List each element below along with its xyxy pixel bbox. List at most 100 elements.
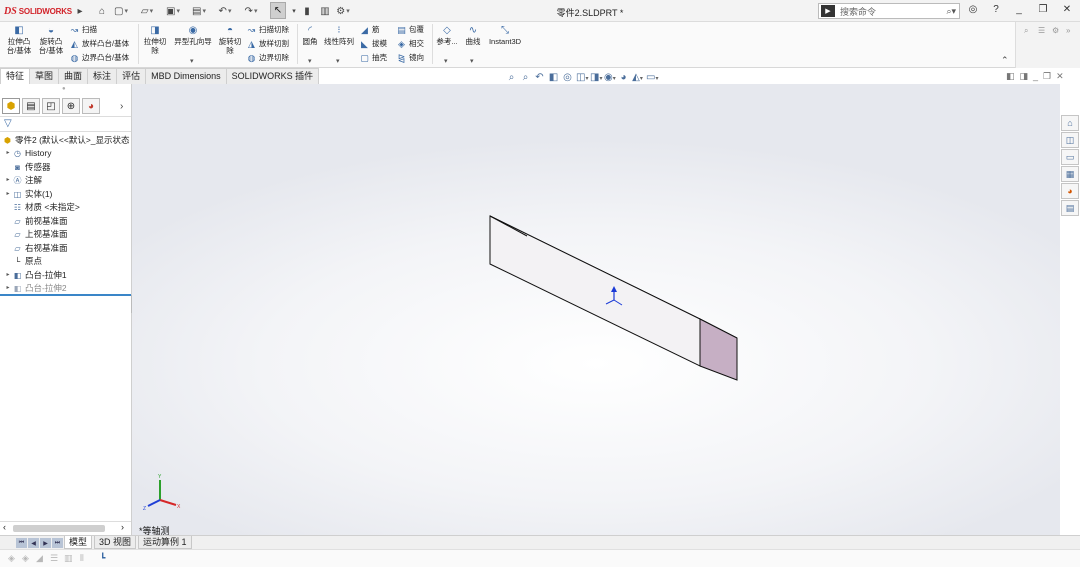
tree-item-top-plane[interactable]: ▱ 上视基准面 bbox=[4, 228, 67, 241]
zoom-to-fit-icon[interactable]: ⌕ bbox=[506, 72, 517, 83]
lofted-cut-button[interactable]: ◮ 放样切割 bbox=[246, 38, 289, 50]
doc-restore-icon[interactable]: ❐ bbox=[1043, 71, 1051, 82]
list-small-icon[interactable]: ☰ bbox=[1038, 26, 1045, 35]
expand-arrow-icon[interactable]: ▸ bbox=[4, 188, 12, 201]
solidworks-resources-icon[interactable]: ⌂ bbox=[1061, 115, 1079, 131]
appearances-icon[interactable]: ◕ bbox=[1061, 183, 1079, 199]
expand-arrow-icon[interactable]: ▸ bbox=[4, 269, 12, 282]
revolve-cut-button[interactable]: ◓ 旋转切除 bbox=[216, 25, 244, 55]
status-tool-icon[interactable]: ☰ bbox=[50, 553, 58, 564]
linear-pattern-dropdown-icon[interactable]: ▾ bbox=[336, 57, 340, 65]
expand-small-icon[interactable]: » bbox=[1066, 26, 1070, 35]
tab-motion-study-1[interactable]: 运动算例 1 bbox=[138, 536, 192, 549]
first-tab-icon[interactable]: ⏮ bbox=[16, 538, 27, 548]
search-icon[interactable]: ⌕▾ bbox=[946, 6, 956, 17]
dimxpertmanager-tab[interactable]: ⊕ bbox=[62, 98, 80, 114]
rib-button[interactable]: ◢ 筋 bbox=[359, 24, 379, 36]
swept-cut-button[interactable]: ↝ 扫描切除 bbox=[246, 24, 289, 36]
tree-horizontal-scrollbar[interactable]: ‹ › bbox=[0, 521, 131, 534]
curves-button[interactable]: ∿ 曲线 bbox=[462, 25, 484, 46]
extrude-cut-button[interactable]: ◨ 拉伸切除 bbox=[141, 25, 169, 55]
view-settings-icon[interactable]: ▭ bbox=[646, 72, 657, 83]
expand-arrow-icon[interactable]: ▸ bbox=[4, 147, 12, 160]
edit-appearance-icon[interactable]: ◕ bbox=[618, 72, 629, 83]
filter-icon[interactable]: ▽ bbox=[4, 118, 12, 129]
display-style-icon[interactable]: ◨ bbox=[590, 72, 601, 83]
apply-scene-icon[interactable]: ◭ bbox=[632, 72, 643, 83]
restore-icon[interactable]: ❐ bbox=[1036, 4, 1050, 15]
scrollbar-thumb[interactable] bbox=[13, 525, 105, 532]
scroll-right-icon[interactable]: › bbox=[121, 522, 124, 532]
section-view-icon[interactable]: ◧ bbox=[548, 72, 559, 83]
status-tool-icon[interactable]: ◈ bbox=[8, 553, 15, 564]
instant3d-button[interactable]: ⤡ Instant3D bbox=[487, 25, 523, 46]
help-icon[interactable]: ? bbox=[989, 4, 1003, 15]
tree-item-annotations[interactable]: ▸ Ⓐ 注解 bbox=[4, 174, 42, 187]
fillet-button[interactable]: ◜ 圆角 bbox=[300, 25, 320, 46]
tree-item-boss-extrude1[interactable]: ▸ ◧ 凸台-拉伸1 bbox=[4, 269, 66, 282]
tab-features[interactable]: 特征 bbox=[0, 68, 31, 84]
status-tool-icon[interactable]: ⫴ bbox=[80, 553, 84, 564]
tree-item-solid-bodies[interactable]: ▸ ◫ 实体(1) bbox=[4, 188, 52, 201]
shell-button[interactable]: ▢ 抽壳 bbox=[359, 52, 387, 64]
mirror-button[interactable]: ⧎ 镜向 bbox=[396, 52, 424, 64]
displaymanager-tab[interactable]: ◕ bbox=[82, 98, 100, 114]
tree-item-history[interactable]: ▸ ◷ History bbox=[4, 147, 51, 160]
tab-sketch[interactable]: 草图 bbox=[29, 68, 60, 84]
search-small-icon[interactable]: ⌕ bbox=[1024, 26, 1028, 36]
tree-item-sensors[interactable]: ◙ 传感器 bbox=[4, 161, 50, 174]
intersect-button[interactable]: ◈ 相交 bbox=[396, 38, 424, 50]
tab-3d-views[interactable]: 3D 视图 bbox=[94, 536, 137, 549]
design-library-icon[interactable]: ◫ bbox=[1061, 132, 1079, 148]
scroll-left-icon[interactable]: ‹ bbox=[3, 522, 6, 532]
sweep-button[interactable]: ↝ 扫描 bbox=[69, 24, 97, 36]
extrude-boss-button[interactable]: ◧ 拉伸凸台/基体 bbox=[4, 25, 34, 55]
close-icon[interactable]: ✕ bbox=[1060, 4, 1074, 15]
doc-tile-icon[interactable]: ◧ bbox=[1006, 71, 1015, 82]
model-front-face[interactable] bbox=[489, 215, 701, 367]
tab-evaluate[interactable]: 评估 bbox=[116, 68, 147, 84]
draft-button[interactable]: ◣ 拔模 bbox=[359, 38, 387, 50]
file-explorer-icon[interactable]: ▭ bbox=[1061, 149, 1079, 165]
tree-filter-bar[interactable]: ▽ bbox=[0, 116, 131, 132]
hide-show-items-icon[interactable]: ◉ bbox=[604, 72, 615, 83]
model-end-face[interactable] bbox=[699, 318, 738, 381]
reference-geometry-button[interactable]: ◇ 参考... bbox=[435, 25, 459, 46]
doc-minimize-icon[interactable]: _ bbox=[1033, 71, 1038, 82]
loft-boss-button[interactable]: ◭ 放样凸台/基体 bbox=[69, 38, 129, 50]
view-palette-icon[interactable]: ▦ bbox=[1061, 166, 1079, 182]
doc-close-icon[interactable]: ✕ bbox=[1056, 71, 1064, 82]
boundary-boss-button[interactable]: ◍ 边界凸台/基体 bbox=[69, 52, 130, 64]
hole-wizard-dropdown-icon[interactable]: ▾ bbox=[190, 57, 194, 65]
collapse-ribbon-icon[interactable]: ⌃ bbox=[1001, 55, 1009, 66]
tab-solidworks-addins[interactable]: SOLIDWORKS 插件 bbox=[225, 68, 320, 84]
status-origin-icon[interactable]: ┗ bbox=[100, 553, 105, 564]
panel-drag-handle[interactable]: ● bbox=[62, 86, 66, 92]
tree-item-right-plane[interactable]: ▱ 右视基准面 bbox=[4, 242, 67, 255]
last-tab-icon[interactable]: ⏭ bbox=[52, 538, 63, 548]
custom-properties-icon[interactable]: ▤ bbox=[1061, 200, 1079, 216]
propertymanager-tab[interactable]: ▤ bbox=[22, 98, 40, 114]
status-tool-icon[interactable]: ▥ bbox=[64, 553, 73, 564]
previous-view-icon[interactable]: ↶ bbox=[534, 72, 545, 83]
search-commands-input[interactable]: ▶ 搜索命令 ⌕▾ bbox=[818, 3, 960, 19]
revolve-boss-button[interactable]: ◒ 旋转凸台/基体 bbox=[36, 25, 66, 55]
prev-tab-icon[interactable]: ◀ bbox=[28, 538, 39, 548]
status-tool-icon[interactable]: ◈ bbox=[22, 553, 29, 564]
settings-small-icon[interactable]: ⚙ bbox=[1052, 26, 1059, 35]
tab-annotation[interactable]: 标注 bbox=[87, 68, 118, 84]
rollback-bar[interactable] bbox=[0, 294, 131, 296]
doc-cascade-icon[interactable]: ◨ bbox=[1020, 71, 1029, 82]
next-tab-icon[interactable]: ▶ bbox=[40, 538, 51, 548]
curves-dropdown-icon[interactable]: ▾ bbox=[470, 57, 474, 65]
featuremanager-tree-tab[interactable]: ⬢ bbox=[2, 98, 20, 114]
hole-wizard-button[interactable]: ◉ 异型孔向导 bbox=[171, 25, 215, 46]
reference-dropdown-icon[interactable]: ▾ bbox=[444, 57, 448, 65]
tab-surfaces[interactable]: 曲面 bbox=[58, 68, 89, 84]
tree-item-origin[interactable]: └ 原点 bbox=[4, 255, 42, 268]
configurationmanager-tab[interactable]: ◰ bbox=[42, 98, 60, 114]
fillet-dropdown-icon[interactable]: ▾ bbox=[308, 57, 312, 65]
graphics-area[interactable]: Y X Z *等轴测 bbox=[132, 84, 1060, 535]
model-view[interactable] bbox=[132, 84, 1060, 535]
status-tool-icon[interactable]: ◢ bbox=[36, 553, 43, 564]
